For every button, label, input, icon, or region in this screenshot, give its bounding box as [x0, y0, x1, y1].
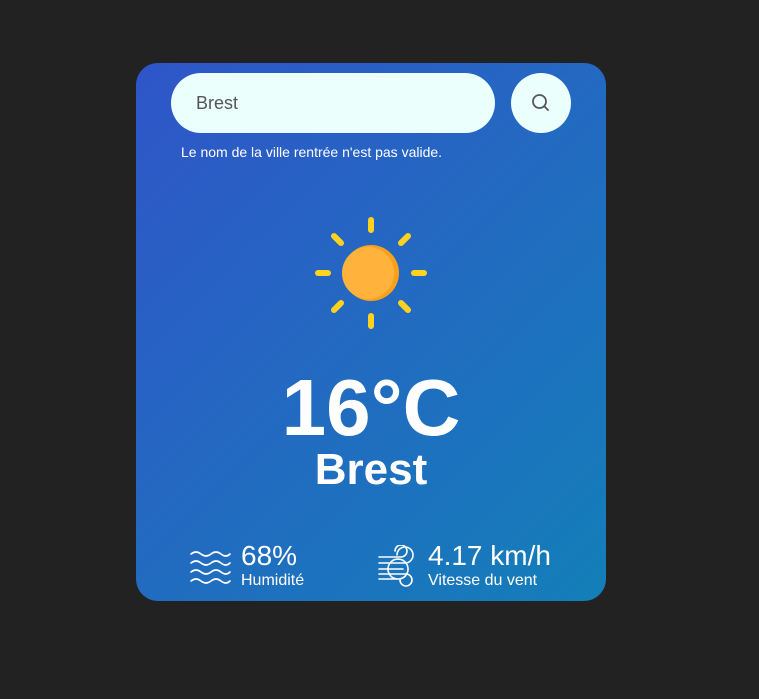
- search-button[interactable]: [511, 73, 571, 133]
- humidity-text: 68% Humidité: [241, 541, 304, 591]
- error-message: Le nom de la ville rentrée n'est pas val…: [181, 144, 443, 160]
- temperature: 16°C: [281, 363, 461, 452]
- weather-card: Le nom de la ville rentrée n'est pas val…: [136, 63, 606, 601]
- waves-icon: [190, 551, 231, 584]
- wind-text: 4.17 km/h Vitesse du vent: [428, 541, 551, 591]
- search-icon: [532, 94, 549, 111]
- humidity-label: Humidité: [241, 572, 305, 589]
- wind-icon: [378, 545, 414, 587]
- city-search-input[interactable]: [171, 73, 495, 133]
- wind-label: Vitesse du vent: [428, 572, 538, 589]
- humidity-detail: 68% Humidité: [190, 541, 304, 591]
- humidity-value: 68%: [241, 540, 298, 571]
- city-name: Brest: [314, 445, 428, 494]
- wind-detail: 4.17 km/h Vitesse du vent: [377, 541, 551, 591]
- wind-value: 4.17 km/h: [428, 540, 551, 571]
- sun-icon: [315, 217, 427, 329]
